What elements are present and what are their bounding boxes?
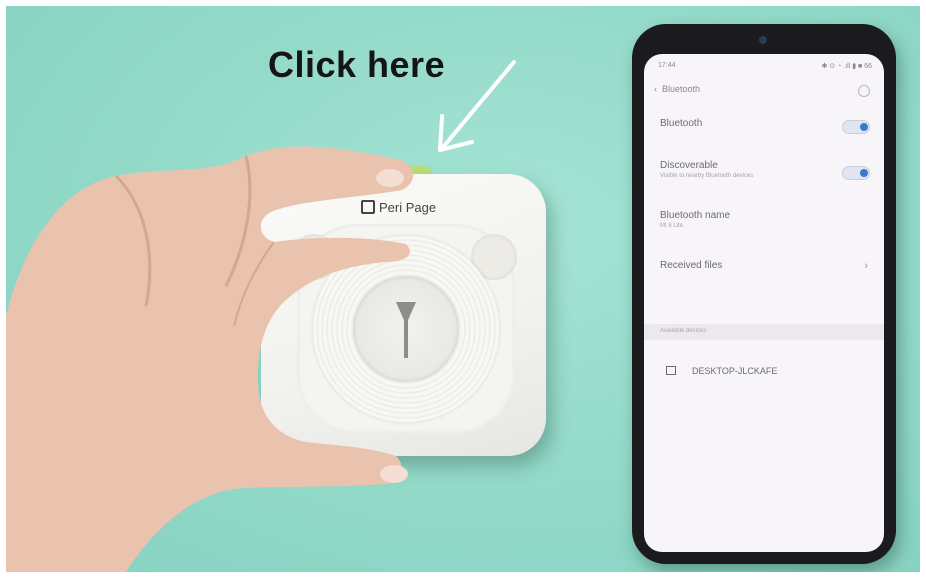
hand-holding-printer <box>6 146 414 572</box>
device-name: DESKTOP-JLCKAFE <box>692 366 778 376</box>
search-icon[interactable] <box>858 85 870 97</box>
photo-scene: Click here Peri Page 17:44 ✱ ⊙ ◔ .ıll ▮ … <box>6 6 920 572</box>
setting-label: Bluetooth name <box>660 210 731 221</box>
chevron-right-icon: › <box>864 260 868 272</box>
bluetooth-toggle[interactable] <box>842 120 870 134</box>
arrow-icon <box>438 60 516 152</box>
setting-bluetooth-name[interactable]: Bluetooth name MI 8 Lite <box>660 210 872 229</box>
setting-label: Discoverable <box>660 160 718 171</box>
setting-description: MI 8 Lite <box>660 223 684 229</box>
status-time: 17:44 <box>658 62 676 69</box>
setting-label: Bluetooth <box>660 118 703 129</box>
setting-received-files[interactable]: Received files › <box>660 260 872 272</box>
discoverable-toggle[interactable] <box>842 166 870 180</box>
setting-discoverable[interactable]: Discoverable Visible to nearby Bluetooth… <box>660 160 872 180</box>
status-icons: ✱ ⊙ ◔ .ıll ▮ ■ 66 <box>821 63 873 70</box>
laptop-icon <box>666 366 676 375</box>
back-arrow-icon[interactable]: ‹ <box>654 84 657 94</box>
status-bar: 17:44 ✱ ⊙ ◔ .ıll ▮ ■ 66 <box>658 62 873 70</box>
phone-screen: 17:44 ✱ ⊙ ◔ .ıll ▮ ■ 66 ‹ Bluetooth Blue… <box>644 54 884 552</box>
smartphone: 17:44 ✱ ⊙ ◔ .ıll ▮ ■ 66 ‹ Bluetooth Blue… <box>632 24 896 564</box>
setting-description: Visible to nearby Bluetooth devices <box>660 173 754 179</box>
screen-title: Bluetooth <box>662 84 701 94</box>
app-bar: ‹ Bluetooth <box>654 84 700 94</box>
setting-bluetooth[interactable]: Bluetooth <box>660 118 872 134</box>
front-camera <box>759 36 767 44</box>
click-here-caption: Click here <box>268 44 446 85</box>
device-list-item[interactable]: DESKTOP-JLCKAFE <box>666 366 777 376</box>
setting-label: Received files <box>660 260 723 271</box>
available-devices-header: Available devices <box>644 324 884 340</box>
